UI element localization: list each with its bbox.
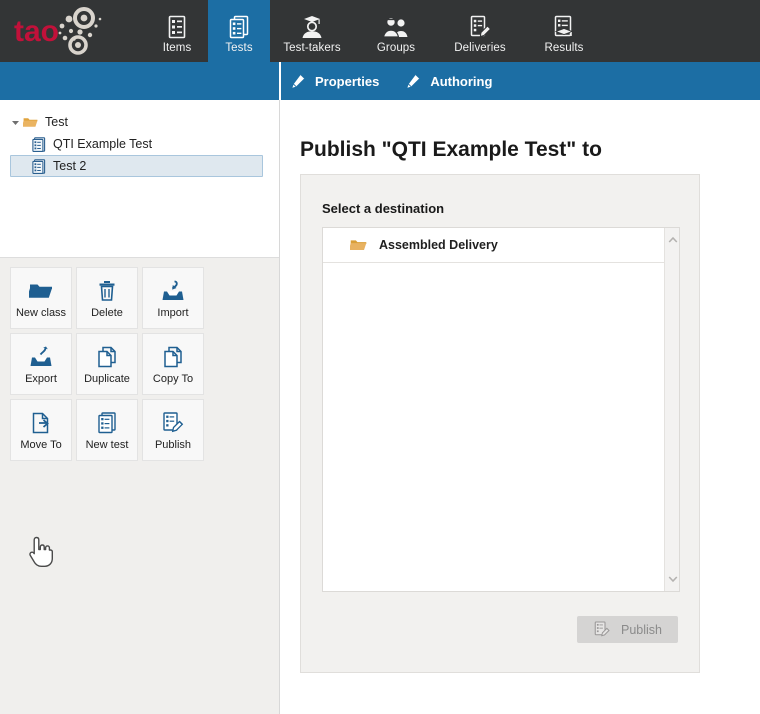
import-button[interactable]: Import (142, 267, 204, 329)
tree-action-toolbar: New class Delete (10, 267, 269, 465)
subnav-item-properties[interactable]: Properties (290, 73, 379, 89)
duplicate-button-label: Duplicate (84, 373, 130, 385)
folder-new-icon (29, 277, 53, 305)
nav-tab-results-label: Results (544, 42, 583, 54)
chevron-down-icon[interactable] (10, 118, 21, 127)
publish-submit-button-label: Publish (621, 623, 662, 637)
top-navigation-bar: tao (0, 0, 760, 62)
nav-tab-results[interactable]: Results (522, 0, 606, 62)
page-title: Publish "QTI Example Test" to (300, 138, 602, 162)
publish-icon (161, 409, 185, 437)
nav-tab-items-label: Items (163, 42, 192, 54)
test-taker-icon (299, 13, 325, 39)
scroll-down-icon[interactable] (665, 571, 680, 587)
tree-node-test-2-label: Test 2 (53, 160, 86, 173)
publish-button[interactable]: Publish (142, 399, 204, 461)
destination-item-assembled-delivery[interactable]: Assembled Delivery (323, 228, 679, 263)
move-to-button[interactable]: Move To (10, 399, 72, 461)
publish-button-label: Publish (155, 439, 191, 451)
copy-to-button[interactable]: Copy To (142, 333, 204, 395)
nav-tab-deliveries-label: Deliveries (454, 42, 506, 54)
copy-to-icon (162, 343, 184, 371)
folder-open-icon (23, 116, 38, 129)
test-doc-icon (32, 159, 46, 174)
subnav-item-authoring[interactable]: Authoring (405, 73, 492, 89)
tree-node-test[interactable]: Test (0, 111, 279, 133)
new-test-button[interactable]: New test (76, 399, 138, 461)
nav-spacer (132, 0, 146, 62)
nav-tab-test-takers-label: Test-takers (283, 42, 340, 54)
nav-tab-groups[interactable]: Groups (354, 0, 438, 62)
duplicate-icon (96, 343, 118, 371)
nav-tab-deliveries[interactable]: Deliveries (438, 0, 522, 62)
duplicate-button[interactable]: Duplicate (76, 333, 138, 395)
select-destination-heading: Select a destination (322, 201, 444, 216)
export-icon (29, 343, 53, 371)
delete-button[interactable]: Delete (76, 267, 138, 329)
resource-tree: Test QTI Example Test (0, 100, 279, 258)
tao-logo-graphic: tao (12, 5, 120, 57)
sub-navigation-bar: Properties Authoring (0, 62, 760, 100)
nav-tab-groups-label: Groups (377, 42, 415, 54)
mouse-cursor-pointer-hand (28, 536, 54, 573)
subnav-item-authoring-label: Authoring (430, 74, 492, 89)
publish-panel: Select a destination Assembled Delivery (300, 174, 700, 673)
tao-logo[interactable]: tao (0, 0, 132, 62)
move-to-button-label: Move To (20, 439, 61, 451)
publish-icon (593, 621, 611, 638)
move-to-icon (30, 409, 52, 437)
export-button-label: Export (25, 373, 57, 385)
tree-node-qti-example-test[interactable]: QTI Example Test (0, 133, 279, 155)
nav-tab-tests-label: Tests (225, 42, 252, 54)
trash-icon (97, 277, 117, 305)
delete-button-label: Delete (91, 307, 123, 319)
pencil-icon (405, 73, 421, 89)
new-test-button-label: New test (86, 439, 129, 451)
destination-list[interactable]: Assembled Delivery (322, 227, 680, 592)
scroll-up-icon[interactable] (665, 232, 680, 248)
export-button[interactable]: Export (10, 333, 72, 395)
svg-text:tao: tao (14, 15, 59, 48)
subnav-item-properties-label: Properties (315, 74, 379, 89)
new-test-icon (96, 409, 118, 437)
groups-icon (382, 13, 410, 39)
sub-nav-divider (279, 62, 281, 100)
folder-open-icon (350, 238, 367, 252)
tree-node-qti-example-test-label: QTI Example Test (53, 138, 152, 151)
items-list-icon (166, 13, 188, 39)
sub-nav-items: Properties Authoring (290, 62, 518, 100)
test-doc-icon (32, 137, 46, 152)
publish-submit-button[interactable]: Publish (577, 616, 678, 643)
new-class-button[interactable]: New class (10, 267, 72, 329)
left-panel: Test QTI Example Test (0, 100, 279, 714)
deliveries-icon (467, 13, 493, 39)
tests-stack-icon (227, 13, 251, 39)
destination-item-assembled-delivery-label: Assembled Delivery (379, 238, 498, 252)
new-class-button-label: New class (16, 307, 66, 319)
nav-tab-tests[interactable]: Tests (208, 0, 270, 62)
destination-list-scrollbar[interactable] (664, 228, 679, 591)
import-button-label: Import (157, 307, 188, 319)
tree-node-test-2[interactable]: Test 2 (10, 155, 263, 177)
results-icon (551, 13, 577, 39)
import-icon (161, 277, 185, 305)
nav-tab-test-takers[interactable]: Test-takers (270, 0, 354, 62)
main-content-area: Publish "QTI Example Test" to Select a d… (280, 100, 760, 714)
pencil-icon (290, 73, 306, 89)
tree-node-test-label: Test (45, 116, 68, 129)
nav-tab-items[interactable]: Items (146, 0, 208, 62)
copy-to-button-label: Copy To (153, 373, 193, 385)
